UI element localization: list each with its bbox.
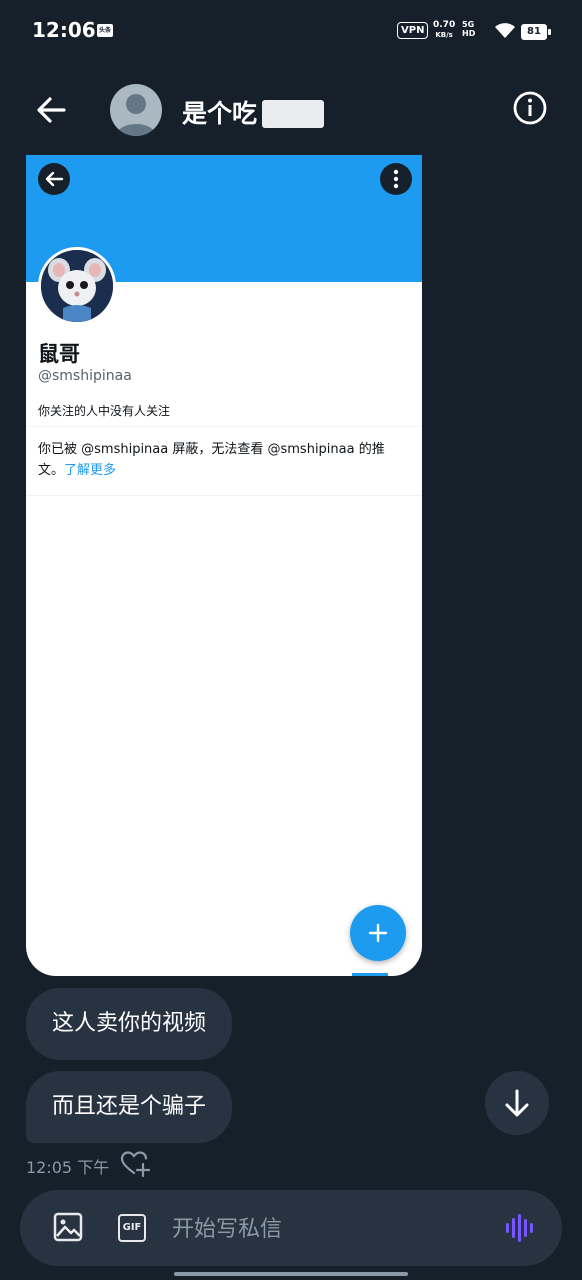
profile-picture bbox=[38, 247, 116, 325]
name-redaction bbox=[262, 100, 324, 128]
screenshot-more-icon bbox=[380, 163, 412, 195]
message-bubble[interactable]: 这人卖你的视频 bbox=[26, 988, 233, 1060]
message-timestamp: 12:05 下午 bbox=[26, 1158, 110, 1177]
vpn-indicator: VPN bbox=[397, 22, 429, 39]
message-input[interactable] bbox=[170, 1208, 484, 1250]
gif-icon[interactable]: GIF bbox=[118, 1214, 146, 1242]
shared-screenshot-image[interactable]: 鼠哥 @smshipinaa 你关注的人中没有人关注 你已被 @smshipin… bbox=[26, 155, 422, 976]
status-time: 12:06 bbox=[32, 18, 96, 42]
contact-name[interactable]: 是个吃 bbox=[182, 94, 257, 130]
message-bubble[interactable]: 而且还是个骗子 bbox=[26, 1071, 233, 1143]
battery-indicator: 81 bbox=[521, 24, 547, 40]
profile-display-name: 鼠哥 bbox=[38, 342, 80, 366]
network-type: 5G HD bbox=[462, 20, 490, 38]
tab-indicator bbox=[352, 973, 388, 976]
blocked-notice: 你已被 @smshipinaa 屏蔽，无法查看 @smshipinaa 的推文。… bbox=[38, 439, 408, 481]
contact-avatar[interactable] bbox=[110, 84, 162, 136]
message-composer: GIF bbox=[20, 1190, 562, 1266]
screenshot-back-icon bbox=[38, 163, 70, 195]
back-arrow-icon[interactable] bbox=[30, 88, 74, 132]
profile-handle: @smshipinaa bbox=[38, 368, 132, 384]
wifi-icon bbox=[495, 23, 515, 38]
voice-message-icon[interactable] bbox=[504, 1212, 538, 1244]
add-reaction-icon[interactable] bbox=[120, 1150, 150, 1178]
mouse-avatar-icon bbox=[41, 250, 113, 322]
network-speed-unit: KB/s bbox=[435, 31, 453, 39]
network-speed: 0.70 KB/s bbox=[433, 20, 455, 40]
image-icon[interactable] bbox=[53, 1212, 83, 1242]
network-speed-value: 0.70 bbox=[433, 20, 456, 30]
network-type-label: 5G HD bbox=[462, 20, 476, 38]
divider bbox=[26, 426, 422, 427]
info-icon[interactable] bbox=[510, 88, 550, 128]
learn-more-link: 了解更多 bbox=[64, 463, 117, 478]
divider bbox=[26, 495, 422, 496]
default-avatar-icon bbox=[116, 94, 156, 136]
arrow-down-icon bbox=[505, 1089, 529, 1117]
scroll-to-bottom-button[interactable] bbox=[485, 1071, 549, 1135]
battery-tip bbox=[548, 29, 551, 35]
home-indicator[interactable] bbox=[174, 1272, 408, 1276]
compose-fab-icon bbox=[350, 905, 406, 961]
follow-info: 你关注的人中没有人关注 bbox=[38, 404, 171, 418]
notification-badge: 头条 bbox=[97, 24, 113, 37]
